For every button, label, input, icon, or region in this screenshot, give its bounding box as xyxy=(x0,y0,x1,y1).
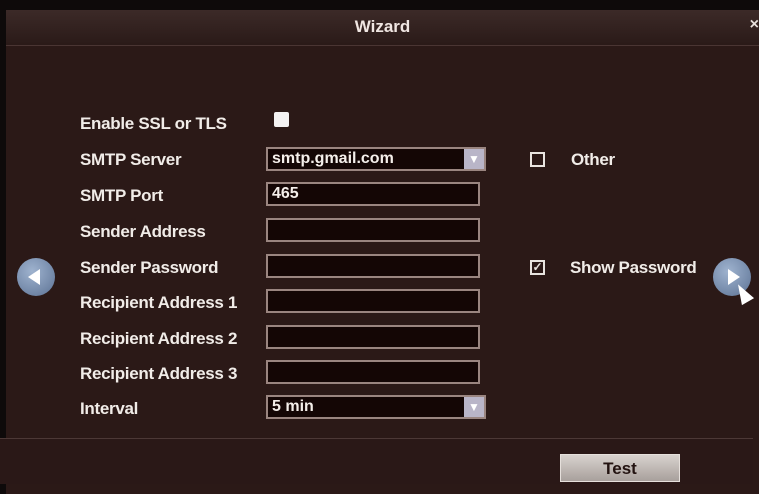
previous-step-button[interactable] xyxy=(17,258,55,296)
sender-address-label: Sender Address xyxy=(80,222,206,241)
sender-address-input[interactable] xyxy=(266,218,480,242)
ssl-checkbox[interactable] xyxy=(274,112,289,127)
chevron-left-icon xyxy=(28,269,40,285)
close-icon[interactable]: × xyxy=(750,16,759,34)
recipient-address-1-label: Recipient Address 1 xyxy=(80,293,238,312)
interval-label: Interval xyxy=(80,399,139,418)
recipient-address-2-input[interactable] xyxy=(266,325,480,349)
other-label: Other xyxy=(571,150,615,169)
smtp-server-label: SMTP Server xyxy=(80,150,182,169)
interval-select[interactable]: 5 min ▼ xyxy=(266,395,486,419)
test-button[interactable]: Test xyxy=(560,454,680,482)
ssl-label: Enable SSL or TLS xyxy=(80,114,227,133)
wizard-window: Wizard × xyxy=(6,10,759,494)
recipient-address-1-input[interactable] xyxy=(266,289,480,313)
smtp-server-value: smtp.gmail.com xyxy=(272,150,394,167)
smtp-port-label: SMTP Port xyxy=(80,186,163,205)
recipient-address-3-label: Recipient Address 3 xyxy=(80,364,238,383)
sender-password-input[interactable] xyxy=(266,254,480,278)
sender-password-label: Sender Password xyxy=(80,258,219,277)
recipient-address-2-label: Recipient Address 2 xyxy=(80,329,238,348)
smtp-server-select[interactable]: smtp.gmail.com ▼ xyxy=(266,147,486,171)
show-password-checkbox[interactable]: ✓ xyxy=(530,260,545,275)
title-bar: Wizard × xyxy=(6,10,759,46)
chevron-down-icon: ▼ xyxy=(464,149,484,169)
show-password-label: Show Password xyxy=(570,258,697,277)
smtp-port-input[interactable] xyxy=(266,182,480,206)
interval-value: 5 min xyxy=(272,398,314,415)
chevron-right-icon xyxy=(728,269,740,285)
window-title: Wizard xyxy=(354,17,411,36)
other-checkbox[interactable] xyxy=(530,152,545,167)
chevron-down-icon: ▼ xyxy=(464,397,484,417)
recipient-address-3-input[interactable] xyxy=(266,360,480,384)
